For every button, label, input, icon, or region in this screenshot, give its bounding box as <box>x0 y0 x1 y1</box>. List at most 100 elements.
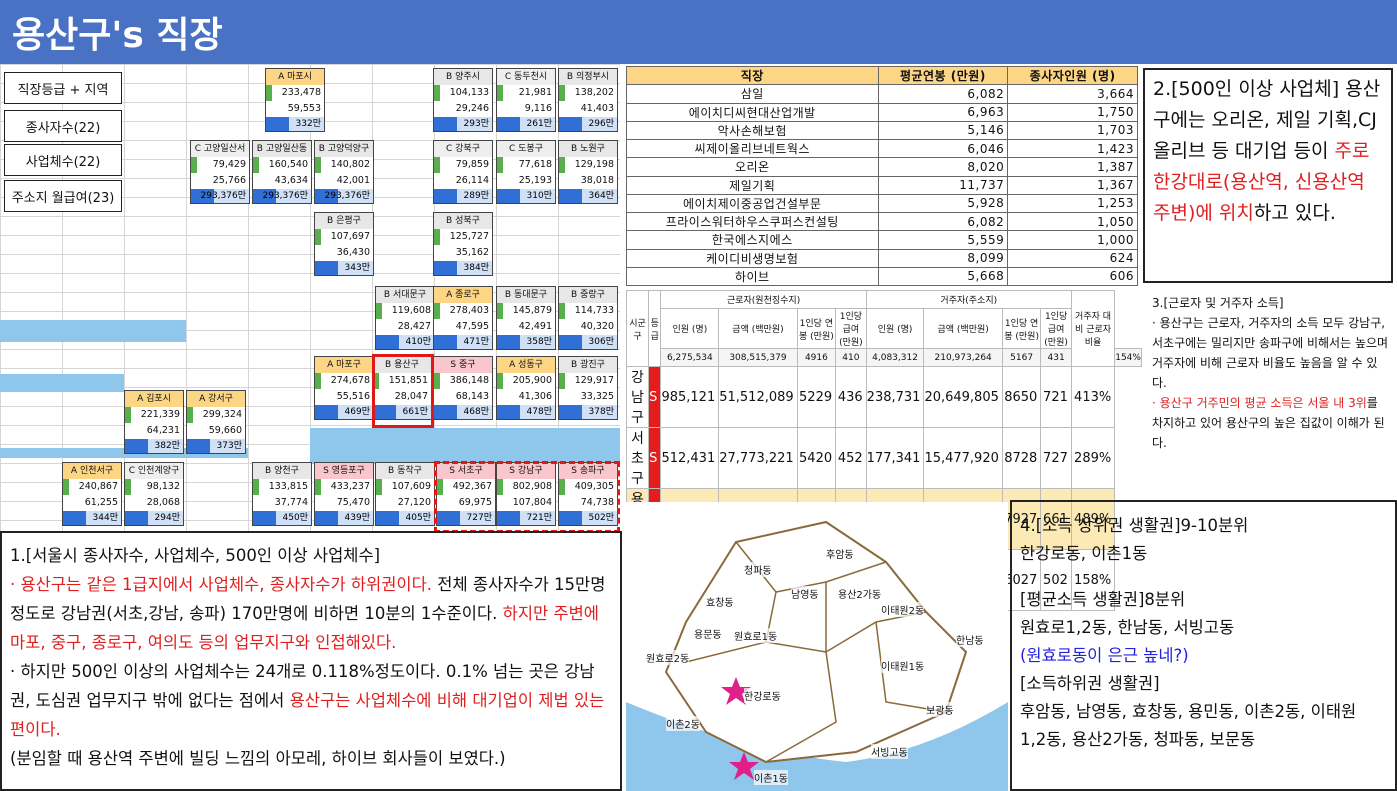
company-name: 악사손해보험 <box>626 120 879 141</box>
business-count: 25,193 <box>518 175 552 186</box>
monthly-pay: 384만 <box>434 261 492 275</box>
column-header: 거주자(주소지) <box>865 290 1072 309</box>
business-count: 29,246 <box>455 103 489 114</box>
text: 원효로1,2동, 한남동, 서빙고동 <box>1020 618 1235 637</box>
column-header: 종사자인원 (명) <box>1007 65 1138 86</box>
column-header: 근로자(원천징수지) <box>660 290 867 309</box>
column-header: 등급 <box>647 290 662 367</box>
region-box: B 양주시 104,133 29,246 293만 <box>433 68 493 132</box>
worker-count: 233,478 <box>266 85 324 101</box>
monthly-pay: 344만 <box>63 511 121 525</box>
region-box: C 도봉구 77,618 25,193 310만 <box>496 140 556 204</box>
region-name: B 의정부시 <box>559 69 617 85</box>
value-cell: 5229 <box>796 366 837 428</box>
map-label: 원효로1동 <box>734 628 778 643</box>
worker-count: 240,867 <box>63 479 121 495</box>
region-name: B 동대문구 <box>497 287 555 303</box>
value-cell: 721 <box>1040 366 1072 428</box>
region-box: A 김포시 221,339 64,231 382만 <box>124 390 184 454</box>
worker-count: 107,697 <box>315 229 373 245</box>
business-count: 9,116 <box>524 103 552 114</box>
company-name: 씨제이올리브네트웍스 <box>626 138 879 159</box>
region-box: C 인천계양구 98,132 28,068 294만 <box>124 462 184 526</box>
text-red: · 용산구 거주민의 평균 소득은 서울 내 3위 <box>1152 396 1367 410</box>
worker-count: 160,540 <box>253 157 311 173</box>
map-label: 원효로2동 <box>646 650 690 665</box>
worker-count: 138,202 <box>559 85 617 101</box>
map-label: 한강로동 <box>744 688 781 703</box>
highlight-gangnam <box>434 461 620 533</box>
region-box: A 마포시 233,478 59,553 332만 <box>265 68 325 132</box>
region-name: B 광진구 <box>559 357 617 373</box>
text: · 용산구는 근로자, 거주자의 소득 모두 강남구, 서초구에는 밀리지만 송… <box>1152 316 1389 390</box>
column-header: 인원 (명) <box>865 308 925 349</box>
business-count: 59,553 <box>287 103 321 114</box>
monthly-pay: 358만 <box>497 335 555 349</box>
avg-salary: 8,099 <box>877 248 1009 268</box>
business-count: 28,068 <box>146 497 180 508</box>
region-name: B 성북구 <box>434 213 492 229</box>
avg-salary: 5,559 <box>877 230 1009 250</box>
section-heading: [평균소득 생활권]8분위 <box>1020 590 1186 609</box>
business-count: 59,660 <box>208 425 242 436</box>
map-label: 이촌2동 <box>666 716 700 731</box>
region-name: S 영등포구 <box>315 463 373 479</box>
monthly-pay: 373만 <box>187 439 245 453</box>
business-count: 42,491 <box>518 321 552 332</box>
employee-count: 3,664 <box>1007 84 1138 104</box>
region-name: C 고양일산서 <box>191 141 249 157</box>
region-name: B 은평구 <box>315 213 373 229</box>
avg-salary: 5,668 <box>877 266 1009 287</box>
employee-count: 1,050 <box>1007 211 1138 232</box>
table-row: 서초구 S 512,431 27,773,221 5420 452 177,341 15,47… <box>626 427 1142 489</box>
region-box: B 고양일산동 160,540 43,634 293,376만 <box>252 140 312 204</box>
section-heading: 3.[근로자 및 거주자 소득] <box>1152 296 1284 310</box>
worker-count: 299,324 <box>187 407 245 423</box>
map-label: 한남동 <box>956 632 984 647</box>
value-cell: 413% <box>1070 366 1116 428</box>
monthly-pay: 469만 <box>315 405 373 419</box>
monthly-pay: 261만 <box>497 117 555 131</box>
employee-count: 606 <box>1007 266 1138 287</box>
region-name: B 노원구 <box>559 141 617 157</box>
region-grid: 직장등급 + 지역 종사자수(22) 사업체수(22) 주소지 월급여(23) … <box>0 64 620 533</box>
monthly-pay: 293만 <box>434 117 492 131</box>
table-header-row: 직장 평균연봉 (만원) 종사자인원 (명) <box>626 65 1138 86</box>
region-box: B 서대문구 119,608 28,427 410만 <box>375 286 435 350</box>
region-box: A 강서구 299,324 59,660 373만 <box>186 390 246 454</box>
business-count: 35,162 <box>455 247 489 258</box>
value-cell: 20,649,805 <box>923 366 1003 428</box>
monthly-pay: 294만 <box>125 511 183 525</box>
avg-salary: 6,046 <box>877 138 1009 159</box>
analysis-text-2: 2.[500인 이상 사업체] 용산구에는 오리온, 제일 기획,CJ올리브 등… <box>1143 68 1393 283</box>
table-row: 강남구 S 985,121 51,512,089 5229 436 238,731 20,64… <box>626 366 1142 428</box>
monthly-pay: 364만 <box>559 189 617 203</box>
map-label: 효창동 <box>706 594 734 609</box>
worker-count: 145,879 <box>497 303 555 319</box>
worker-count: 140,802 <box>315 157 373 173</box>
region-box: B 양천구 133,815 37,774 450만 <box>252 462 312 526</box>
monthly-pay: 296만 <box>559 117 617 131</box>
column-header: 직장 <box>626 65 879 86</box>
monthly-pay: 450만 <box>253 511 311 525</box>
yongsan-map: 후암동 청파동 남영동 용산2가동 효창동 이태원2동 용문동 원효로1동 한남동 원효로2동 이태… <box>626 502 1008 791</box>
region-name: B 고양덕양구 <box>315 141 373 157</box>
value-cell: 512,431 <box>660 427 720 489</box>
section-heading: 4.[소득 상위권 생활권]9-10분위 <box>1020 516 1249 535</box>
map-label: 남영동 <box>791 586 819 601</box>
avg-salary: 6,082 <box>877 84 1009 104</box>
worker-count: 21,981 <box>497 85 555 101</box>
region-box: B 의정부시 138,202 41,403 296만 <box>558 68 618 132</box>
map-label: 후암동 <box>826 546 854 561</box>
value-cell: 15,477,920 <box>923 427 1003 489</box>
district-name: 강남구 <box>626 366 649 428</box>
region-name: A 강서구 <box>187 391 245 407</box>
company-name: 오리온 <box>626 157 879 177</box>
monthly-pay: 293,376만 <box>191 189 249 203</box>
avg-salary: 8,020 <box>877 157 1009 177</box>
river-band <box>310 428 620 464</box>
business-count: 68,143 <box>455 391 489 402</box>
table-row: 하이브 5,668 606 <box>626 266 1138 287</box>
worker-count: 133,815 <box>253 479 311 495</box>
business-count: 38,018 <box>580 175 614 186</box>
